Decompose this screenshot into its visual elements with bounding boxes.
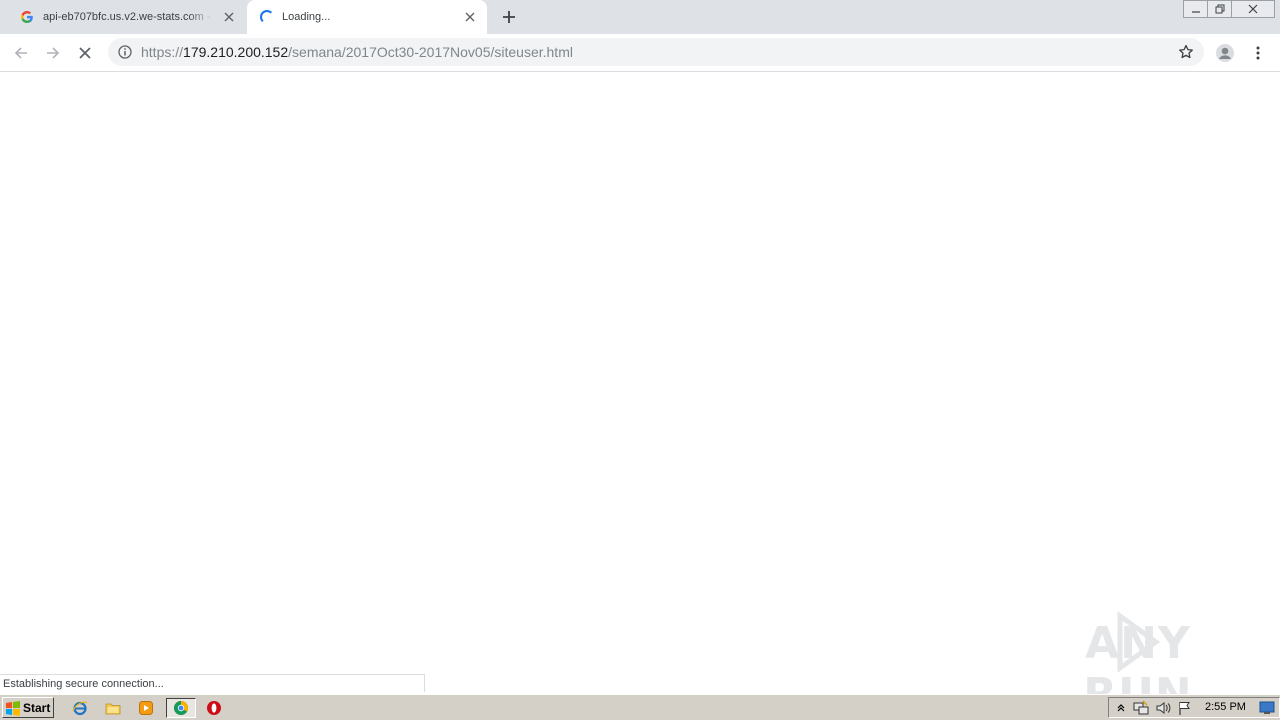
media-player-icon[interactable] [135,698,157,718]
loading-spinner-icon [260,10,274,24]
action-center-flag-icon[interactable] [1177,700,1193,716]
tab-title: Loading... [282,11,331,23]
bookmark-star-icon[interactable] [1178,44,1194,60]
restore-icon [1215,4,1224,14]
clock[interactable]: 2:55 PM [1205,698,1246,717]
browser-toolbar: https://179.210.200.152/semana/2017Oct30… [0,34,1280,72]
back-button[interactable] [10,42,32,64]
close-icon [1248,4,1258,14]
info-icon[interactable] [118,45,132,59]
back-arrow-icon [14,47,27,59]
tab-loading[interactable]: Loading... [247,0,487,34]
url-host: 179.210.200.152 [183,44,289,60]
minimize-icon [1191,11,1200,13]
url-scheme: https:// [141,44,184,60]
opera-icon[interactable] [203,698,225,718]
tab-we-stats[interactable]: api-eb707bfc.us.v2.we-stats.com - · [8,0,246,34]
tab-close-button[interactable] [222,10,236,24]
start-button[interactable]: Start [2,697,54,718]
stop-loading-button[interactable] [74,42,96,64]
windows-taskbar: Start 2:55 PM [0,694,1280,720]
browser-menu-button[interactable] [1247,42,1269,64]
windows-flag-icon [6,700,20,716]
tab-title: api-eb707bfc.us.v2.we-stats.com - · [43,11,213,23]
status-bubble: Establishing secure connection... [0,674,425,692]
profile-button[interactable] [1214,42,1236,64]
google-g-icon [20,10,34,24]
kebab-menu-icon [1256,46,1260,60]
system-tray: 2:55 PM [1108,697,1280,718]
stop-icon [79,47,91,59]
new-tab-button[interactable] [500,8,518,26]
network-icon[interactable] [1133,700,1149,716]
volume-icon[interactable] [1155,700,1171,716]
anyrun-watermark: ANY RUN [1038,610,1238,720]
close-icon [465,12,475,22]
forward-arrow-icon [47,47,60,59]
avatar-icon [1216,44,1234,62]
show-desktop-icon[interactable] [1259,700,1275,716]
start-label: Start [23,700,51,715]
close-window-button[interactable] [1231,0,1275,18]
chrome-icon[interactable] [166,698,196,718]
chevron-up-icon [1117,704,1125,712]
file-explorer-icon[interactable] [102,698,124,718]
url-path: /semana/2017Oct30-2017Nov05/siteuser.htm… [288,44,573,60]
show-hidden-icons-button[interactable] [1113,700,1129,716]
window-controls [1183,0,1275,18]
tab-strip: api-eb707bfc.us.v2.we-stats.com - · Load… [0,0,1280,34]
url-text[interactable]: https://179.210.200.152/semana/2017Oct30… [141,38,573,66]
close-icon [224,12,234,22]
tab-close-button[interactable] [463,10,477,24]
internet-explorer-icon[interactable] [69,698,91,718]
plus-icon [503,11,515,23]
forward-button[interactable] [42,42,64,64]
restore-button[interactable] [1207,0,1232,18]
address-bar[interactable]: https://179.210.200.152/semana/2017Oct30… [108,38,1204,66]
page-viewport [0,72,1280,694]
minimize-button[interactable] [1183,0,1208,18]
